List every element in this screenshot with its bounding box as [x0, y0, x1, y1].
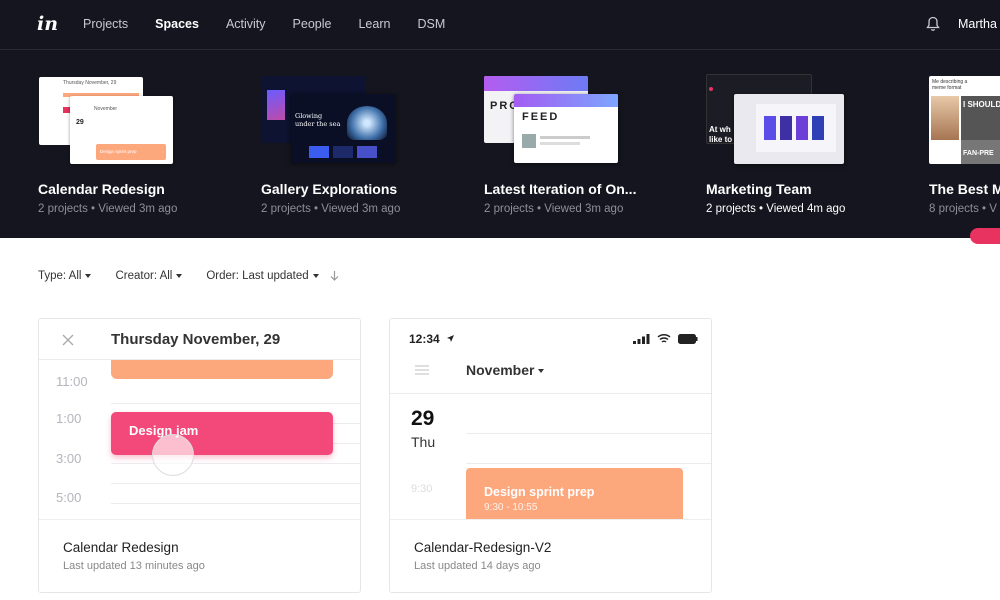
caret-down-icon [85, 273, 92, 278]
project-updated: Last updated 14 days ago [414, 560, 541, 572]
filter-bar: Type: All Creator: All Order: Last updat… [38, 270, 363, 282]
space-meta: 2 projects • Viewed 3m ago [484, 203, 624, 215]
main-nav: Projects Spaces Activity People Learn DS… [83, 17, 472, 31]
time-label: 5:00 [56, 490, 82, 505]
space-thumbnail: PRO FEED [484, 74, 634, 169]
project-updated: Last updated 13 minutes ago [63, 560, 205, 572]
space-title[interactable]: Calendar Redesign [38, 181, 248, 197]
user-name[interactable]: Martha I [958, 17, 1000, 31]
close-icon [62, 334, 74, 346]
nav-projects[interactable]: Projects [83, 17, 128, 31]
space-thumbnail: Thursday November, 29 November 29 Design… [38, 74, 188, 169]
type-filter[interactable]: Type: All [38, 270, 92, 282]
status-bar-clock: 12:34 [409, 332, 440, 346]
order-filter[interactable]: Order: Last updated [206, 270, 339, 282]
space-meta: 2 projects • Viewed 4m ago [706, 203, 846, 215]
project-card[interactable]: Thursday November, 29 11:00 1:00 3:00 5:… [38, 318, 361, 593]
space-thumbnail: Glowing under the sea [261, 74, 411, 169]
day-number: 29 [411, 407, 435, 430]
time-label: 3:00 [56, 451, 82, 466]
hamburger-menu-icon [415, 365, 429, 375]
space-meta: 2 projects • Viewed 3m ago [261, 203, 401, 215]
nav-dsm[interactable]: DSM [417, 17, 445, 31]
caret-down-icon [312, 273, 319, 278]
location-arrow-icon [447, 335, 454, 342]
create-button[interactable] [970, 228, 1000, 244]
project-preview: 12:34 November 29 Thu 9:30 Design sprint… [390, 319, 711, 519]
calendar-date-header: Thursday November, 29 [111, 331, 281, 348]
project-card-footer: Calendar-Redesign-V2 Last updated 14 day… [390, 519, 711, 592]
design-sprint-event: Design sprint prep 9:30 - 10:55 [466, 468, 683, 519]
design-jam-event: Design jam [111, 412, 333, 455]
time-label: 1:00 [56, 411, 82, 426]
space-thumbnail: At wh like to [706, 74, 856, 169]
calendar-event [111, 360, 333, 379]
battery-icon [678, 334, 698, 344]
space-title[interactable]: The Best M [929, 181, 1000, 197]
day-name: Thu [411, 434, 436, 450]
cursor-touch-indicator [152, 434, 194, 476]
nav-activity[interactable]: Activity [226, 17, 266, 31]
bell-icon[interactable] [926, 16, 940, 32]
wifi-icon [657, 333, 671, 343]
project-name[interactable]: Calendar Redesign [63, 540, 179, 555]
time-label: 11:00 [56, 374, 88, 389]
space-meta: 8 projects • V [929, 203, 997, 215]
time-label: 9:30 [411, 483, 433, 495]
space-meta: 2 projects • Viewed 3m ago [38, 203, 178, 215]
month-selector: November [466, 362, 545, 378]
spaces-carousel: Thursday November, 29 November 29 Design… [0, 50, 1000, 238]
signal-icon [633, 334, 650, 344]
project-card-footer: Calendar Redesign Last updated 13 minute… [39, 519, 360, 592]
space-title[interactable]: Latest Iteration of On... [484, 181, 694, 197]
nav-people[interactable]: People [293, 17, 332, 31]
creator-filter[interactable]: Creator: All [115, 270, 183, 282]
space-title[interactable]: Marketing Team [706, 181, 916, 197]
nav-learn[interactable]: Learn [358, 17, 390, 31]
space-title[interactable]: Gallery Explorations [261, 181, 471, 197]
project-preview: Thursday November, 29 11:00 1:00 3:00 5:… [39, 319, 360, 519]
top-navigation-bar: in Projects Spaces Activity People Learn… [0, 0, 1000, 50]
sort-direction-icon[interactable] [330, 270, 339, 282]
nav-spaces[interactable]: Spaces [155, 17, 199, 31]
project-card[interactable]: 12:34 November 29 Thu 9:30 Design sprint… [389, 318, 712, 593]
invision-logo[interactable]: in [37, 13, 58, 35]
project-name[interactable]: Calendar-Redesign-V2 [414, 540, 551, 555]
caret-down-icon [538, 369, 545, 374]
space-thumbnail: Me describing a meme format I SHOULD FAN… [929, 74, 1000, 169]
caret-down-icon [176, 273, 183, 278]
